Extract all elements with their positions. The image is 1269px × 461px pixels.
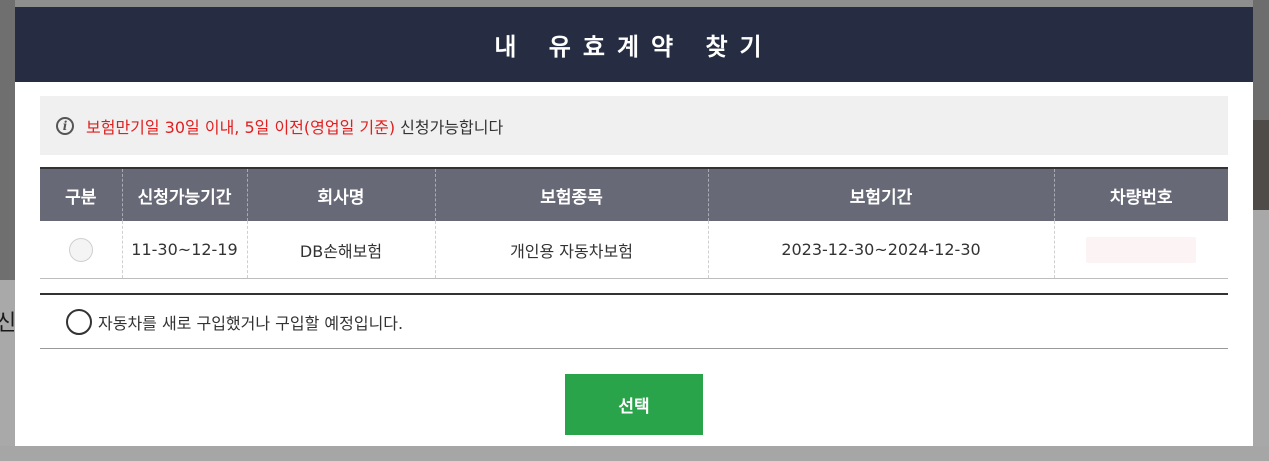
info-icon: i	[56, 116, 74, 135]
background-page-bottom	[0, 446, 1269, 461]
find-contract-modal: 내 유효계약 찾기 i 보험만기일 30일 이내, 5일 이전(영업일 기준) …	[15, 7, 1253, 446]
notice-box: i 보험만기일 30일 이내, 5일 이전(영업일 기준) 신청가능합니다	[40, 96, 1228, 155]
insurance-term-cell: 2023-12-30~2024-12-30	[707, 221, 1054, 279]
contract-table: 구분 신청가능기간 회사명 보험종목 보험기간 차량번호 11-30~12-19…	[40, 167, 1228, 279]
background-band	[1253, 210, 1269, 461]
modal-title: 내 유효계약 찾기	[494, 33, 774, 61]
plate-number-redacted	[1086, 236, 1197, 263]
notice-text: 신청가능합니다	[395, 117, 504, 137]
new-car-option[interactable]: 자동차를 새로 구입했거나 구입할 예정입니다.	[40, 293, 1228, 349]
modal-header: 내 유효계약 찾기	[15, 7, 1253, 82]
column-header-company: 회사명	[246, 168, 435, 221]
background-page-left	[0, 0, 15, 461]
new-car-label: 자동차를 새로 구입했거나 구입할 예정입니다.	[98, 313, 404, 333]
select-button[interactable]: 선택	[565, 374, 703, 435]
row-select-radio[interactable]	[68, 237, 93, 262]
row-select-cell	[40, 221, 122, 279]
column-header-plate: 차량번호	[1053, 168, 1228, 221]
new-car-radio[interactable]	[66, 308, 92, 335]
column-header-insurance-term: 보험기간	[707, 168, 1054, 221]
plate-cell	[1053, 221, 1228, 279]
column-header-type: 구분	[40, 168, 122, 221]
notice-highlight-text: 보험만기일 30일 이내, 5일 이전(영업일 기준)	[86, 117, 396, 137]
column-header-insurance-type: 보험종목	[434, 168, 708, 221]
company-cell: DB손해보험	[246, 221, 435, 279]
table-row[interactable]: 11-30~12-19 DB손해보험 개인용 자동차보험 2023-12-30~…	[40, 221, 1228, 279]
background-band	[1253, 120, 1269, 210]
period-cell: 11-30~12-19	[121, 221, 247, 279]
insurance-type-cell: 개인용 자동차보험	[434, 221, 708, 279]
table-header-row: 구분 신청가능기간 회사명 보험종목 보험기간 차량번호	[40, 168, 1228, 221]
background-page-right	[1253, 0, 1269, 461]
column-header-period: 신청가능기간	[121, 168, 247, 221]
